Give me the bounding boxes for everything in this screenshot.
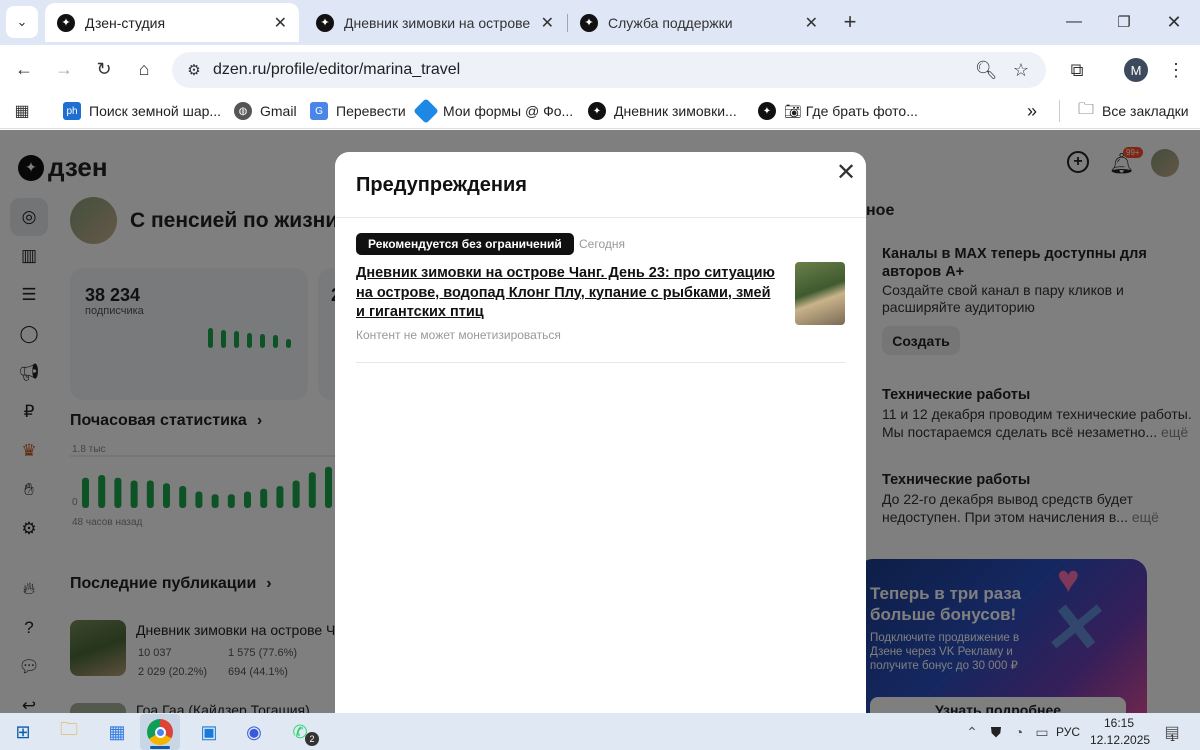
dzen-icon: ✦ — [316, 13, 334, 32]
file-explorer-icon[interactable]: 🗀 — [55, 718, 83, 746]
battery-icon[interactable]: ▭ — [1028, 718, 1056, 746]
ph-icon: ph — [63, 102, 81, 120]
modal-title: Предупреждения — [356, 174, 527, 196]
tab-support[interactable]: ✦ Служба поддержки ✕ — [568, 3, 830, 42]
close-icon[interactable]: ✕ — [541, 13, 554, 33]
article-divider — [356, 362, 845, 363]
dzen-icon: ✦ — [758, 102, 776, 120]
bookmark-item[interactable]: G Перевести — [310, 100, 406, 122]
minimize-icon[interactable]: — — [1058, 6, 1090, 38]
profile-avatar[interactable]: M — [1124, 58, 1148, 82]
bookmark-label: Где брать фото... — [805, 103, 918, 119]
bookmark-item[interactable]: Мои формы @ Фо... — [413, 98, 574, 124]
close-icon[interactable]: ✕ — [805, 13, 818, 33]
url-text[interactable]: dzen.ru/profile/editor/marina_travel — [213, 61, 460, 79]
clock-time[interactable]: 16:15 — [1098, 716, 1140, 730]
more-bookmarks-button[interactable]: » — [1027, 100, 1037, 122]
clock-date[interactable]: 12.12.2025 — [1090, 733, 1150, 747]
tab-label: Служба поддержки — [608, 14, 733, 31]
bookmark-item[interactable]: ◍ Gmail — [234, 100, 297, 122]
forward-icon[interactable]: → — [48, 53, 80, 85]
tab-label: Дзен-студия — [85, 14, 166, 31]
forms-icon — [413, 98, 439, 124]
tab-label: Дневник зимовки на острове — [344, 14, 531, 31]
all-bookmarks-button[interactable]: 🗀 Все закладки — [1078, 100, 1189, 122]
chrome-icon[interactable] — [147, 719, 173, 745]
bookmark-label: Перевести — [336, 103, 406, 119]
messenger-icon[interactable]: ◉ — [240, 718, 268, 746]
article-link[interactable]: Дневник зимовки на острове Чанг. День 23… — [356, 264, 781, 323]
camera-icon: 📷︎ — [784, 102, 802, 119]
notification-center-badge: 1 — [1170, 733, 1176, 743]
bookmark-label: Gmail — [260, 103, 297, 119]
monetization-note: Контент не может монетизироваться — [356, 328, 561, 342]
translate-icon: G — [310, 102, 328, 120]
restore-icon[interactable]: ❐ — [1108, 6, 1140, 38]
bookmark-label: Дневник зимовки... — [614, 103, 737, 119]
language-indicator[interactable]: РУС — [1056, 725, 1080, 739]
modal-divider — [335, 217, 866, 218]
home-icon[interactable]: ⌂ — [128, 53, 160, 85]
bookmark-item[interactable]: ✦ 📷︎ Где брать фото... — [758, 100, 918, 122]
active-indicator — [150, 746, 170, 749]
tab-dzen-studio[interactable]: ✦ Дзен-студия ✕ — [45, 3, 299, 42]
bookmarks-divider — [1059, 100, 1060, 122]
dzen-icon: ✦ — [580, 13, 598, 32]
chrome-center — [154, 726, 166, 738]
bookmark-star-icon[interactable]: ☆ — [1005, 54, 1037, 86]
extensions-icon[interactable]: ⧉ — [1061, 54, 1093, 86]
whatsapp-badge: 2 — [305, 732, 319, 746]
bookmark-item[interactable]: ph Поиск земной шар... — [63, 100, 221, 122]
bookmark-item[interactable]: ✦ Дневник зимовки... — [588, 100, 737, 122]
warning-date: Сегодня — [579, 237, 625, 251]
app-icon[interactable]: ▣ — [195, 718, 223, 746]
folder-icon: 🗀 — [1078, 100, 1095, 118]
tab-search-icon[interactable]: ⌄ — [6, 6, 38, 38]
menu-icon[interactable]: ⋮ — [1160, 54, 1192, 86]
dzen-icon: ✦ — [588, 102, 606, 120]
bookmark-label: Поиск земной шар... — [89, 103, 222, 119]
all-bookmarks-label: Все закладки — [1102, 103, 1189, 119]
start-icon[interactable]: ⊞ — [9, 718, 37, 746]
bookmark-label: Мои формы @ Фо... — [443, 103, 574, 119]
close-icon[interactable]: ✕ — [834, 159, 858, 186]
reload-icon[interactable]: ↻ — [88, 53, 120, 85]
close-icon[interactable]: ✕ — [274, 13, 287, 33]
status-badge: Рекомендуется без ограничений — [356, 233, 574, 255]
dzen-icon: ✦ — [57, 13, 75, 32]
store-icon[interactable]: ▦ — [103, 718, 131, 746]
site-info-icon[interactable]: ⚙ — [178, 54, 210, 86]
new-tab-button[interactable]: + — [834, 6, 866, 38]
zoom-icon[interactable]: 🔍︎ — [970, 54, 1002, 86]
article-thumbnail[interactable] — [795, 262, 845, 325]
tab-diary[interactable]: ✦ Дневник зимовки на острове ✕ — [304, 3, 566, 42]
back-icon[interactable]: ← — [8, 53, 40, 85]
apps-grid-icon[interactable]: ▦ — [6, 95, 38, 127]
globe-icon: ◍ — [234, 102, 252, 120]
close-window-icon[interactable]: ✕ — [1158, 6, 1190, 38]
